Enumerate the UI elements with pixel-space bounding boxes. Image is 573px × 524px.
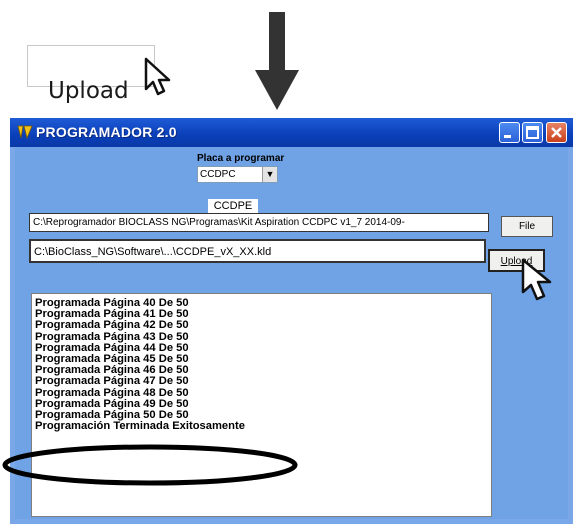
title-bar[interactable]: PROGRAMADOR 2.0 <box>10 118 573 147</box>
config-path-field[interactable]: C:\Reprogramador BIOCLASS NG\Programas\K… <box>29 213 489 232</box>
placa-select-value: CCDPC <box>200 169 236 180</box>
maximize-button[interactable] <box>522 122 543 143</box>
chevron-down-icon[interactable]: ▼ <box>262 167 277 182</box>
placa-select[interactable]: CCDPC ▼ <box>197 166 278 183</box>
window-title: PROGRAMADOR 2.0 <box>36 124 177 140</box>
log-line: Programada Página 42 De 50 <box>35 319 189 332</box>
upload-illustration-label: Upload <box>48 78 129 104</box>
firmware-path-field[interactable]: C:\BioClass_NG\Software\...\CCDPE_vX_XX.… <box>29 239 486 263</box>
log-line-success: Programación Terminada Exitosamente <box>35 420 245 433</box>
cursor-icon <box>143 56 179 105</box>
close-button[interactable] <box>546 122 567 143</box>
placa-label: Placa a programar <box>197 153 285 164</box>
log-line: Programada Página 48 De 50 <box>35 386 189 399</box>
down-arrow-icon <box>255 12 299 117</box>
log-line: Programada Página 47 De 50 <box>35 375 189 388</box>
highlight-ellipse <box>0 440 300 495</box>
app-icon <box>16 123 34 146</box>
minimize-button[interactable] <box>499 122 520 143</box>
cursor-icon <box>520 257 560 308</box>
ccdpe-label: CCDPE <box>208 199 258 214</box>
file-button[interactable]: File <box>501 216 553 237</box>
